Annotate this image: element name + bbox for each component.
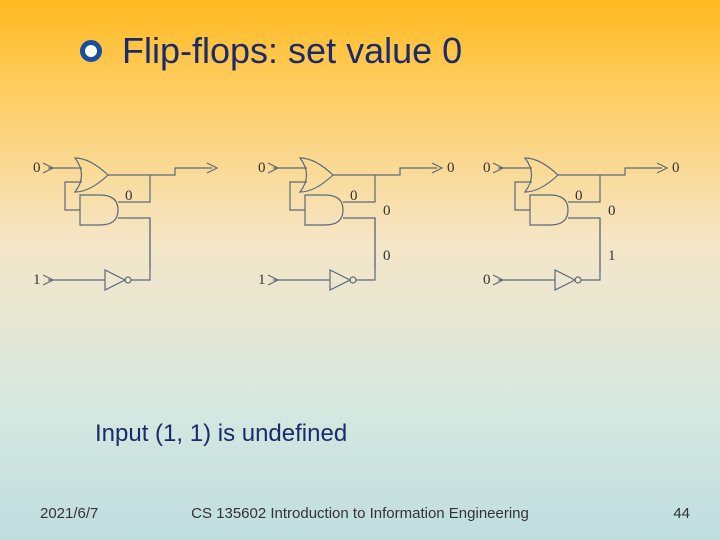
slide-title-row: Flip-flops: set value 0 <box>80 30 462 72</box>
c1-top-in: 0 <box>33 160 41 176</box>
circuit-2: 0 1 0 0 0 0 <box>255 140 465 320</box>
slide-note: Input (1, 1) is undefined <box>95 420 347 448</box>
c2-bottom-in: 1 <box>258 272 266 288</box>
c3-feedback: 1 <box>608 248 616 264</box>
footer-course: CS 135602 Introduction to Information En… <box>191 505 529 522</box>
c2-top-in: 0 <box>258 160 266 176</box>
c3-or-out: 0 <box>672 160 680 176</box>
c3-and-in: 0 <box>575 188 583 204</box>
c3-and-out: 0 <box>608 203 616 219</box>
c2-and-out: 0 <box>383 203 391 219</box>
footer-page: 44 <box>673 505 690 522</box>
slide-footer: 2021/6/7 CS 135602 Introduction to Infor… <box>0 505 720 522</box>
slide-title: Flip-flops: set value 0 <box>122 30 462 72</box>
footer-date: 2021/6/7 <box>40 505 98 522</box>
circuit-3: 0 0 0 0 0 1 <box>480 140 690 320</box>
bullet-icon <box>80 40 102 62</box>
circuit-diagrams: 0 1 0 <box>30 140 690 320</box>
c1-bottom-in: 1 <box>33 272 41 288</box>
c3-top-in: 0 <box>483 160 491 176</box>
c1-and-in: 0 <box>125 188 133 204</box>
c2-or-out: 0 <box>447 160 455 176</box>
c2-feedback: 0 <box>383 248 391 264</box>
c3-bottom-in: 0 <box>483 272 491 288</box>
circuit-1: 0 1 0 <box>30 140 240 320</box>
c2-and-in: 0 <box>350 188 358 204</box>
